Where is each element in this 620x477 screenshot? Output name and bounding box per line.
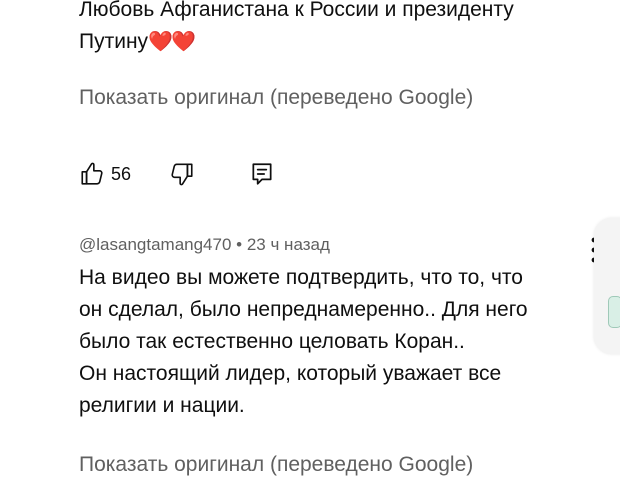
comment-body: На видео вы можете подтвердить, что то, … xyxy=(79,262,579,422)
comment-line: религии и нации. xyxy=(79,394,245,417)
comment-meta: @lasangtamang470 • 23 ч назад xyxy=(79,234,330,256)
meta-separator: • xyxy=(236,235,243,254)
comment-line: Путину xyxy=(79,30,149,53)
comments-screen: Любовь Афганистана к России и президенту… xyxy=(0,0,620,477)
show-original-link[interactable]: Показать оригинал (переведено Google) xyxy=(79,84,473,112)
comment-author[interactable]: @lasangtamang470 xyxy=(79,235,231,254)
comment-line: Любовь Афганистана к России и президенту xyxy=(79,0,514,21)
comment-line: он сделал, было непреднамеренно.. Для не… xyxy=(79,298,528,321)
thumbs-down-icon[interactable] xyxy=(169,161,195,187)
comment-actions: 56 xyxy=(79,158,299,190)
like-count: 56 xyxy=(111,164,132,184)
side-handle-grip[interactable] xyxy=(608,296,620,328)
comment-body: Любовь Афганистана к России и президенту… xyxy=(79,0,579,58)
thumbs-up-icon[interactable] xyxy=(79,161,105,187)
comment-time: 23 ч назад xyxy=(246,235,330,254)
comment-line-with-emoji: Путину❤️❤️ xyxy=(79,26,579,58)
side-panel-handle[interactable] xyxy=(594,218,620,354)
comment-line: Он настоящий лидер, который уважает все xyxy=(79,362,502,385)
show-original-link[interactable]: Показать оригинал (переведено Google) xyxy=(79,451,473,477)
heart-emoji: ❤️❤️ xyxy=(148,31,196,53)
comment-line: было так естественно целовать Коран.. xyxy=(79,330,465,353)
reply-comment-icon[interactable] xyxy=(249,161,275,187)
comment-line: На видео вы можете подтвердить, что то, … xyxy=(79,266,523,289)
